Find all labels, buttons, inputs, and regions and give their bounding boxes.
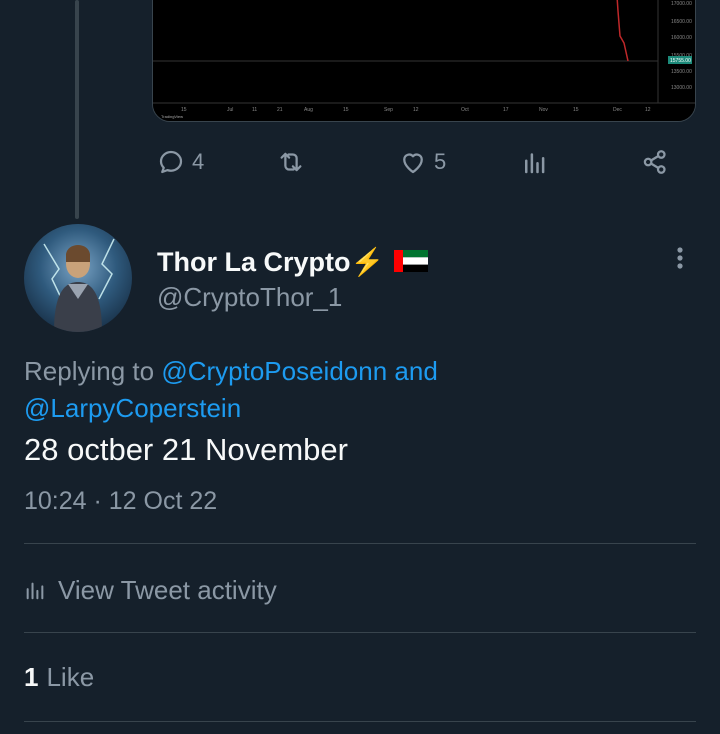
svg-text:Dec: Dec	[613, 107, 622, 113]
tweet-text: 28 octber 21 November	[24, 432, 348, 467]
reply-mention-link[interactable]: @LarpyCoperstein	[24, 393, 241, 423]
more-options-icon[interactable]	[666, 244, 694, 272]
display-name[interactable]: Thor La Crypto⚡	[157, 246, 429, 278]
avatar-image	[43, 238, 115, 332]
reply-count: 4	[192, 149, 205, 174]
svg-text:12: 12	[413, 107, 419, 113]
replying-to: Replying to @CryptoPoseidonn and @LarpyC…	[24, 356, 438, 423]
user-handle[interactable]: @CryptoThor_1	[157, 282, 342, 313]
parent-tweet-actions: 4 5	[0, 140, 720, 184]
likes-label: Like	[46, 662, 95, 692]
avatar[interactable]	[24, 224, 132, 332]
svg-text:21: 21	[277, 107, 283, 113]
like-count: 5	[434, 149, 447, 174]
reply-button[interactable]: 4	[156, 140, 204, 184]
svg-text:Aug: Aug	[304, 107, 313, 113]
likes-stat[interactable]: 1 Like	[24, 662, 94, 693]
divider	[24, 543, 696, 544]
svg-text:12: 12	[645, 107, 651, 113]
svg-text:11: 11	[252, 107, 257, 113]
svg-text:15: 15	[181, 107, 187, 113]
tweet-timestamp[interactable]: 10:24 · 12 Oct 22	[24, 487, 217, 516]
price-chart-image: 17000.00 16500.00 16000.00 15500.00 1350…	[153, 0, 695, 121]
tweet-media-chart[interactable]: 17000.00 16500.00 16000.00 15500.00 1350…	[152, 0, 696, 122]
uae-flag-icon	[394, 249, 429, 272]
share-icon	[643, 150, 666, 174]
price-tick: 13500.00	[671, 69, 692, 75]
reply-icon	[159, 150, 183, 174]
thread-connector-line	[75, 0, 79, 219]
analytics-icon	[26, 582, 44, 600]
likes-count: 1	[24, 662, 39, 692]
tradingview-watermark: TradingView	[161, 114, 183, 119]
price-tick: 17000.00	[671, 1, 692, 7]
svg-text:Nov: Nov	[539, 107, 548, 113]
retweet-button[interactable]	[276, 140, 306, 184]
svg-text:17: 17	[503, 107, 509, 113]
svg-text:Jul: Jul	[227, 107, 233, 113]
divider	[24, 632, 696, 633]
like-button[interactable]: 5	[398, 140, 446, 184]
svg-text:Sep: Sep	[384, 107, 393, 113]
reply-mention-link[interactable]: @CryptoPoseidonn	[161, 356, 387, 386]
divider	[24, 721, 696, 722]
share-button[interactable]	[640, 140, 670, 184]
svg-text:15: 15	[573, 107, 579, 113]
reply-and-link[interactable]: and	[394, 356, 437, 386]
price-tick: 16000.00	[671, 35, 692, 41]
heart-icon	[403, 153, 423, 174]
svg-text:Oct: Oct	[461, 107, 469, 113]
view-tweet-activity-link[interactable]: View Tweet activity	[24, 570, 277, 610]
price-tick: 16500.00	[671, 19, 692, 25]
svg-text:15: 15	[343, 107, 349, 113]
retweet-icon	[280, 152, 302, 172]
price-tick: 13000.00	[671, 85, 692, 91]
analytics-button[interactable]	[520, 140, 550, 184]
current-price-tag: 15755.00	[670, 58, 691, 64]
analytics-icon	[525, 153, 545, 174]
